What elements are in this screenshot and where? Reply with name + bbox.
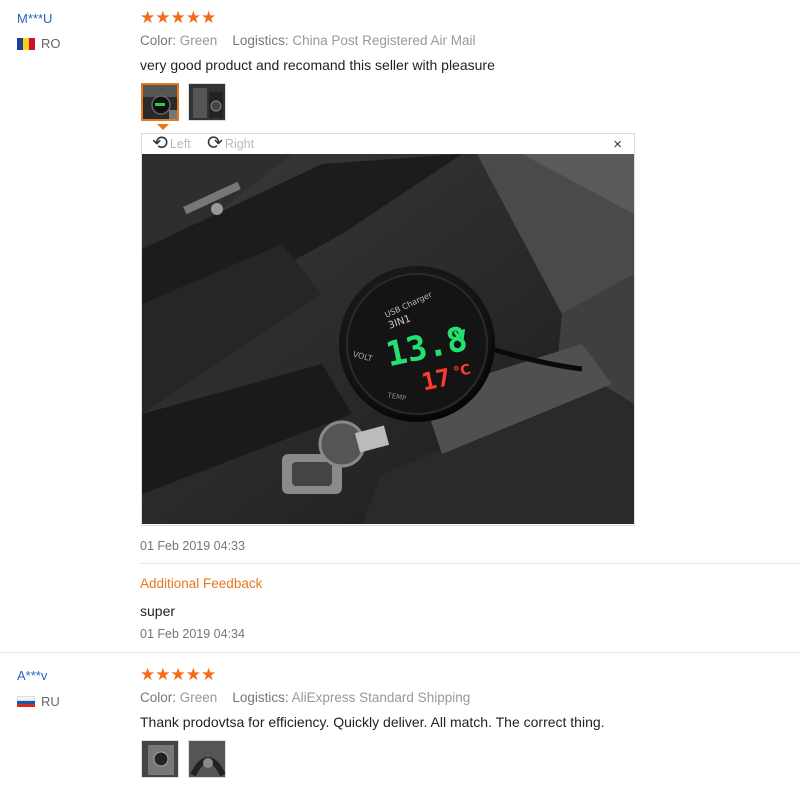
review-text: Thank prodovtsa for efficiency. Quickly … [140,714,605,730]
additional-feedback-text: super [140,603,176,619]
reviewer-country: RU [17,694,60,709]
review-photo-thumbnail[interactable] [188,83,226,121]
additional-feedback-label: Additional Feedback [140,576,263,591]
rotate-left-label: Left [169,137,191,151]
rotate-right-button[interactable]: ⟳ Right [207,133,255,154]
color-value: Green [179,33,218,48]
reviewer-name[interactable]: M***U [17,11,52,26]
selected-thumbnail-pointer [157,124,169,130]
reviewer-name[interactable]: A***v [17,668,47,683]
logistics-label: Logistics: [232,690,289,705]
additional-feedback-date: 01 Feb 2019 04:34 [140,627,245,641]
photo-viewer: ⟲ Left ⟳ Right × 13.8 V 17 °C USB Charge… [141,133,635,526]
country-code: RO [41,36,61,51]
order-info: Color: Green Logistics: AliExpress Stand… [140,690,470,705]
logistics-value: China Post Registered Air Mail [292,33,476,48]
russia-flag-icon [17,695,35,708]
country-code: RU [41,694,60,709]
rotate-right-icon: ⟳ [207,133,223,154]
logistics-label: Logistics: [232,33,289,48]
viewer-toolbar: ⟲ Left ⟳ Right × [142,134,634,155]
star-rating: ★★★★★ [140,665,217,684]
review-separator [0,652,800,653]
review-photo-thumbnail[interactable] [188,740,226,778]
reviewer-country: RO [17,36,61,51]
divider [140,563,800,564]
romania-flag-icon [17,37,35,50]
rotate-left-icon: ⟲ [152,133,168,154]
color-label: Color: [140,690,177,705]
logistics-value: AliExpress Standard Shipping [291,690,471,705]
temperature-readout: 17 [419,363,453,396]
review-photo-thumbnail[interactable] [141,83,179,121]
rotate-right-label: Right [224,137,255,151]
order-info: Color: Green Logistics: China Post Regis… [140,33,475,48]
review-photo-thumbnail[interactable] [141,740,179,778]
color-value: Green [179,690,218,705]
close-icon[interactable]: × [613,137,622,152]
review-photo: 13.8 V 17 °C USB Charger 3IN1 VOLT TEMP [142,154,634,524]
rotate-left-button[interactable]: ⟲ Left [152,133,191,154]
review-text: very good product and recomand this sell… [140,57,495,73]
star-rating: ★★★★★ [140,8,217,27]
review-date: 01 Feb 2019 04:33 [140,539,245,553]
color-label: Color: [140,33,177,48]
